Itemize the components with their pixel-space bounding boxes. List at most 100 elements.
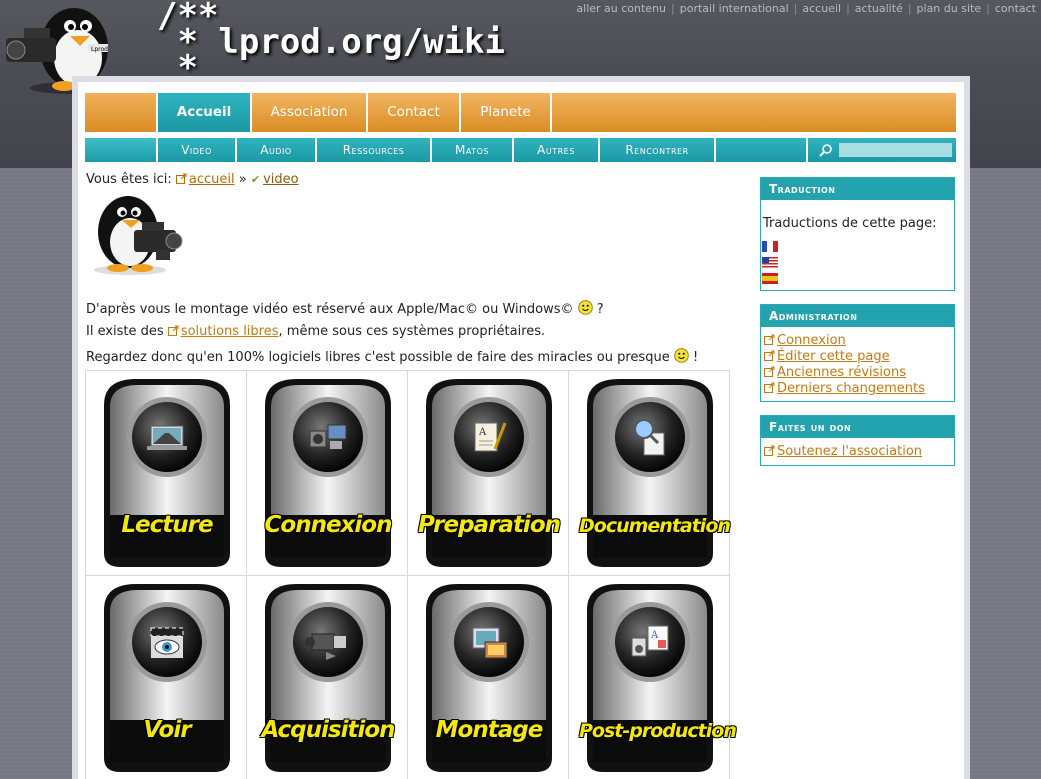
free-solutions-link[interactable]: solutions libres (181, 324, 279, 339)
external-link-icon (175, 173, 187, 184)
donation-title: Faites un don (761, 416, 954, 438)
smiley-icon (577, 300, 593, 315)
nav-planete[interactable]: Planete (459, 93, 550, 132)
translation-text: Traductions de cette page: (763, 216, 937, 231)
admin-link-revisions[interactable]: Anciennes révisions (764, 365, 954, 381)
admin-link-label: Anciennes révisions (777, 365, 906, 380)
nav-association[interactable]: Association (250, 93, 366, 132)
admin-link-label: Derniers changements (777, 381, 925, 396)
grid-cell-connexion[interactable]: Connexion (247, 371, 408, 576)
top-link-sitemap[interactable]: plan du site (917, 2, 982, 15)
external-link-icon (167, 325, 179, 336)
admin-link-label: Connexion (777, 333, 846, 348)
separator: | (671, 2, 675, 15)
search-input[interactable] (839, 143, 952, 157)
grid-cell-voir[interactable]: Voir (86, 576, 247, 779)
nav-rencontrer[interactable]: Rencontrer (598, 138, 714, 162)
grid-cell-label: Post-production (579, 720, 737, 742)
donation-box: Faites un don Soutenez l'association (760, 415, 955, 466)
intro-paragraph-3: Regardez donc qu'en 100% logiciels libre… (86, 348, 698, 365)
external-link-icon (764, 334, 775, 345)
nav-spacer (550, 93, 956, 132)
translation-title: Traduction (761, 178, 954, 200)
camcorder-icon (265, 584, 391, 772)
penguin-camera-image (94, 196, 183, 275)
film-photo-icon (426, 584, 552, 772)
nav-ressources[interactable]: Ressources (315, 138, 430, 162)
breadcrumb-separator: » (238, 172, 247, 187)
administration-links: Connexion Éditer cette page Anciennes ré… (761, 327, 954, 397)
road-laptop-icon (104, 379, 230, 567)
admin-link-label: Éditer cette page (777, 349, 890, 364)
top-link-news[interactable]: actualité (855, 2, 903, 15)
flag-es-icon[interactable] (762, 273, 778, 284)
separator: | (846, 2, 850, 15)
top-link-content[interactable]: aller au contenu (576, 2, 666, 15)
administration-title: Administration (761, 305, 954, 327)
admin-link-edit[interactable]: Éditer cette page (764, 349, 954, 365)
external-link-icon (764, 445, 775, 456)
separator: | (793, 2, 798, 15)
donation-links: Soutenez l'association (761, 438, 954, 460)
grid-cell-acquisition[interactable]: Acquisition (247, 576, 408, 779)
nav-spacer (85, 138, 156, 162)
external-link-icon (764, 350, 775, 361)
grid-cell-lecture[interactable]: Lecture (86, 371, 247, 576)
grid-cell-label: Connexion (264, 512, 393, 538)
top-link-international[interactable]: portail international (680, 2, 789, 15)
svg-text:Lprod: Lprod (91, 46, 108, 53)
search-box (806, 138, 956, 162)
external-link-icon (764, 366, 775, 377)
document-pen-icon: A (426, 379, 552, 567)
flag-us-icon[interactable] (762, 257, 778, 268)
top-links: aller au contenu | portail international | a… (576, 2, 1036, 15)
external-link-icon (764, 382, 775, 393)
flag-fr-icon[interactable] (762, 241, 778, 252)
nav-audio[interactable]: Audio (235, 138, 315, 162)
svg-text:A: A (478, 427, 487, 438)
intro-text: , même sous ces systèmes propriétaires. (278, 324, 546, 339)
separator: | (986, 2, 990, 15)
speaker-text-icon: A (587, 584, 713, 772)
intro-text: ? (592, 302, 604, 317)
grid-cell-montage[interactable]: Montage (408, 576, 569, 779)
eye-clapper-icon (104, 584, 230, 772)
nav-video[interactable]: Video (156, 138, 235, 162)
nav-autres[interactable]: Autres (512, 138, 598, 162)
intro-paragraph-2: Il existe des solutions libres, même sou… (86, 324, 545, 339)
grid-cell-label: Voir (143, 717, 191, 743)
intro-text: D'après vous le montage vidéo est réserv… (86, 302, 574, 317)
administration-box: Administration Connexion Éditer cette pa… (760, 304, 955, 402)
smiley-icon (674, 348, 689, 363)
primary-nav: Accueil Association Contact Planete (85, 93, 956, 132)
donation-link-label: Soutenez l'association (777, 444, 923, 459)
top-link-home[interactable]: accueil (802, 2, 841, 15)
grid-cell-label: Preparation (418, 512, 561, 538)
nav-accueil[interactable]: Accueil (156, 93, 250, 132)
breadcrumb-current-link[interactable]: video (263, 172, 299, 187)
intro-text: ! (688, 350, 699, 365)
grid-cell-preparation[interactable]: A Preparation (408, 371, 569, 576)
grid-cell-post-production[interactable]: A Post-production (569, 576, 737, 779)
nav-spacer (714, 138, 806, 162)
grid-cell-documentation[interactable]: Documentation (569, 371, 731, 576)
breadcrumb-prefix: Vous êtes ici: (86, 172, 172, 187)
top-link-contact[interactable]: contact (995, 2, 1036, 15)
translation-box: Traduction Traductions de cette page: (760, 177, 955, 291)
svg-text:A: A (650, 630, 659, 641)
admin-link-login[interactable]: Connexion (764, 333, 954, 349)
site-title-line: * lprod.org/wiki (157, 22, 505, 62)
nav-contact[interactable]: Contact (366, 93, 459, 132)
admin-link-recent-changes[interactable]: Derniers changements (764, 381, 954, 397)
devices-icon (265, 379, 391, 567)
breadcrumb-home-link[interactable]: accueil (189, 172, 235, 187)
grid-cell-label: Lecture (121, 512, 213, 538)
magnifier-document-icon (587, 379, 713, 567)
nav-matos[interactable]: Matos (430, 138, 512, 162)
donation-link[interactable]: Soutenez l'association (764, 444, 954, 460)
site-title[interactable]: /** * lprod.org/wiki * (157, 0, 505, 85)
check-icon: ✔ (250, 173, 261, 186)
magnifier-icon[interactable] (818, 142, 834, 158)
separator: | (907, 2, 912, 15)
